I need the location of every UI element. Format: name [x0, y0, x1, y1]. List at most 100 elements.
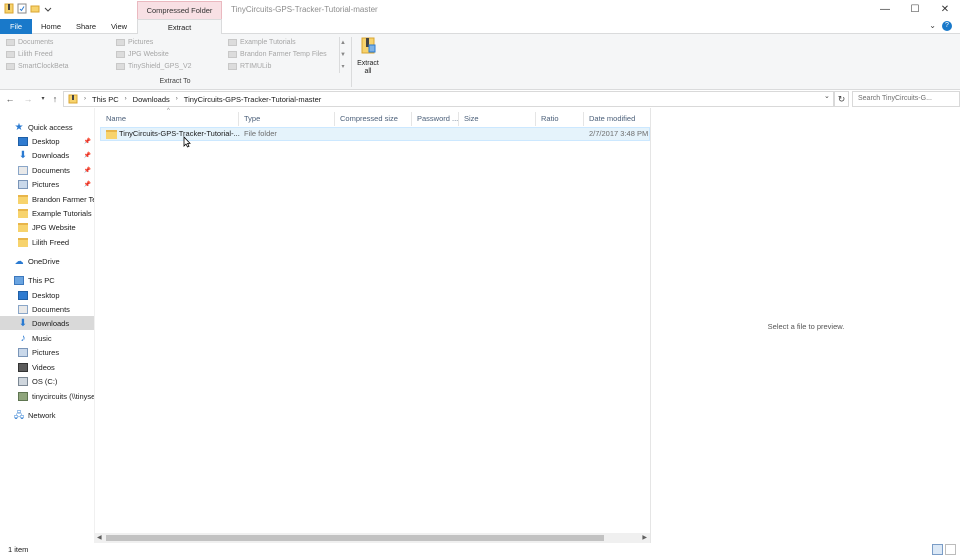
- tab-view[interactable]: View: [110, 19, 128, 34]
- nav-item[interactable]: Lilith Freed: [0, 235, 94, 249]
- folder-icon: [228, 51, 237, 58]
- column-header-size[interactable]: Size: [459, 112, 536, 126]
- preview-empty-message: Select a file to preview.: [767, 322, 845, 331]
- quick-access-toolbar: [4, 3, 53, 14]
- nav-item[interactable]: ⬇ Downloads 📌: [0, 148, 94, 162]
- ribbon-tabs: File Home Share View Extract ⌄ ?: [0, 19, 960, 35]
- folder-zip-icon: [4, 3, 14, 14]
- documents-icon: [18, 165, 28, 175]
- horizontal-scrollbar[interactable]: ◀ ▶: [94, 533, 650, 543]
- pin-icon: 📌: [83, 167, 91, 174]
- nav-item[interactable]: Pictures: [0, 345, 94, 359]
- folder-icon: [18, 222, 28, 232]
- extract-location[interactable]: Brandon Farmer Temp Files: [228, 49, 327, 60]
- extract-location[interactable]: Example Tutorials: [228, 37, 296, 48]
- details-view-icon[interactable]: [932, 544, 943, 555]
- pin-icon: 📌: [83, 138, 91, 145]
- nav-item-downloads-selected[interactable]: ⬇ Downloads: [0, 316, 94, 330]
- arrow-up-icon: ↑: [52, 94, 58, 104]
- folder-icon: [228, 63, 237, 70]
- column-header-password[interactable]: Password ...: [412, 112, 459, 126]
- breadcrumb-current[interactable]: TinyCircuits-GPS-Tracker-Tutorial-master: [184, 95, 322, 104]
- breadcrumb-separator: ›: [175, 96, 178, 102]
- nav-this-pc[interactable]: This PC: [0, 273, 94, 287]
- nav-item[interactable]: Pictures 📌: [0, 177, 94, 191]
- nav-item[interactable]: JPG Website: [0, 220, 94, 234]
- address-bar[interactable]: › This PC › Downloads › TinyCircuits-GPS…: [63, 91, 834, 107]
- scroll-left-icon[interactable]: ◀: [97, 533, 102, 543]
- extract-location[interactable]: RTIMULib: [228, 61, 271, 72]
- column-header-type[interactable]: Type: [239, 112, 335, 126]
- cloud-icon: ☁: [14, 255, 24, 266]
- customize-toolbar-icon[interactable]: [43, 3, 53, 14]
- scrollbar-thumb[interactable]: [106, 535, 604, 541]
- breadcrumb-this-pc[interactable]: This PC: [92, 95, 119, 104]
- nav-item[interactable]: Videos: [0, 360, 94, 374]
- extract-location[interactable]: Pictures: [116, 37, 153, 48]
- chevron-up-icon[interactable]: ▲: [340, 37, 346, 49]
- more-icon[interactable]: ▾: [340, 61, 346, 73]
- nav-item[interactable]: Example Tutorials: [0, 206, 94, 220]
- extract-location[interactable]: SmartClockBeta: [6, 61, 69, 72]
- row-type: File folder: [244, 129, 277, 138]
- column-header-ratio[interactable]: Ratio: [536, 112, 584, 126]
- nav-item[interactable]: Desktop 📌: [0, 134, 94, 148]
- search-input[interactable]: Search TinyCircuits-G...: [852, 91, 960, 107]
- close-button[interactable]: ✕: [930, 0, 960, 19]
- nav-network[interactable]: 🖧 Network: [0, 408, 94, 422]
- nav-item[interactable]: Documents: [0, 302, 94, 316]
- nav-item[interactable]: ♪ Music: [0, 331, 94, 345]
- refresh-button[interactable]: ↻: [834, 91, 849, 107]
- nav-item[interactable]: OS (C:): [0, 374, 94, 388]
- music-icon: ♪: [20, 332, 26, 344]
- column-header-name[interactable]: Name: [101, 112, 239, 126]
- gallery-scroll[interactable]: ▲ ▼ ▾: [339, 37, 346, 73]
- tab-extract[interactable]: Extract: [137, 19, 222, 35]
- up-button[interactable]: ↑: [48, 91, 62, 107]
- new-folder-icon[interactable]: [30, 3, 40, 14]
- network-icon: 🖧: [14, 409, 25, 420]
- minimize-button[interactable]: —: [870, 0, 900, 19]
- nav-item[interactable]: tinycircuits (\\tinyse: [0, 389, 94, 403]
- nav-item[interactable]: Brandon Farmer Ter: [0, 192, 94, 206]
- forward-button[interactable]: →: [21, 91, 35, 107]
- tab-share[interactable]: Share: [75, 19, 97, 34]
- help-icon[interactable]: ?: [942, 21, 952, 31]
- video-icon: [18, 362, 28, 372]
- extract-location[interactable]: JPG Website: [116, 49, 169, 60]
- maximize-button[interactable]: ☐: [900, 0, 930, 19]
- ribbon-group-label: Extract To: [159, 78, 191, 85]
- extract-location[interactable]: Documents: [6, 37, 53, 48]
- tab-home[interactable]: Home: [40, 19, 62, 34]
- breadcrumb-separator: ›: [84, 96, 86, 102]
- folder-icon: [6, 39, 15, 46]
- properties-icon[interactable]: [17, 3, 27, 14]
- download-icon: ⬇: [18, 149, 28, 161]
- address-history-button[interactable]: ⌄: [824, 92, 830, 100]
- large-icons-view-icon[interactable]: [945, 544, 956, 555]
- preview-pane: Select a file to preview.: [650, 108, 960, 543]
- expand-ribbon-icon[interactable]: ⌄: [929, 21, 936, 31]
- extract-location[interactable]: Lilith Freed: [6, 49, 53, 60]
- refresh-icon: ↻: [837, 94, 846, 104]
- nav-quick-access[interactable]: ★ Quick access: [0, 120, 94, 134]
- folder-icon: [116, 39, 125, 46]
- nav-item[interactable]: Desktop: [0, 288, 94, 302]
- column-header-date-modified[interactable]: Date modified: [584, 112, 650, 126]
- nav-onedrive[interactable]: ☁ OneDrive: [0, 254, 94, 268]
- row-name: TinyCircuits-GPS-Tracker-Tutorial-...: [119, 129, 240, 138]
- folder-icon: [18, 194, 28, 204]
- tab-file[interactable]: File: [0, 19, 32, 34]
- chevron-down-icon[interactable]: ▼: [340, 49, 346, 61]
- pictures-icon: [18, 347, 28, 357]
- scroll-right-icon[interactable]: ▶: [642, 533, 647, 543]
- extract-location[interactable]: TinyShield_GPS_V2: [116, 61, 192, 72]
- extract-all-button[interactable]: Extract all: [354, 37, 382, 77]
- view-switcher: [932, 544, 956, 555]
- folder-icon: [228, 39, 237, 46]
- column-header-compressed-size[interactable]: Compressed size: [335, 112, 412, 126]
- back-button[interactable]: ←: [3, 91, 17, 107]
- folder-icon: [6, 51, 15, 58]
- nav-item[interactable]: Documents 📌: [0, 163, 94, 177]
- breadcrumb-downloads[interactable]: Downloads: [133, 95, 170, 104]
